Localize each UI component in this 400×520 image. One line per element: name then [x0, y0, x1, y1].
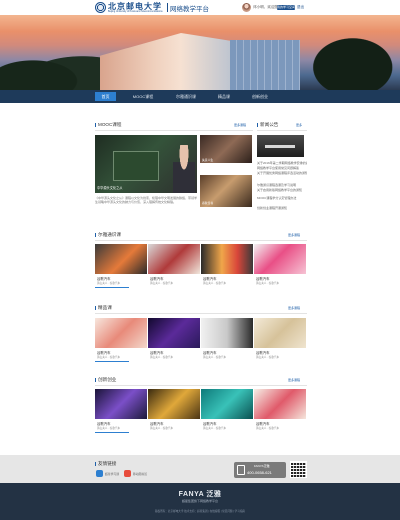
phone-icon	[237, 465, 245, 475]
erya-course-card[interactable]: 谷歌汽车 黄山夫人 · 谷歌汽车	[148, 244, 200, 288]
fanya-logo[interactable]: FANYA 泛雅	[0, 489, 400, 499]
course-subtitle: 黄山夫人 · 谷歌汽车	[203, 356, 227, 359]
erya-course-card[interactable]: 谷歌汽车 黄山夫人 · 谷歌汽车	[254, 244, 306, 288]
mooc-thumb-2-caption: 春秋奇书	[202, 201, 214, 205]
course-cover-image	[95, 318, 147, 348]
course-subtitle: 黄山夫人 · 谷歌汽车	[256, 356, 280, 359]
course-subtitle: 黄山夫人 · 谷歌汽车	[150, 427, 174, 430]
course-cover-image	[95, 244, 147, 274]
notice-section-title: 新闻公告	[257, 122, 278, 128]
apps-title: 友情链接	[95, 461, 116, 467]
notice-item[interactable]: 网络教学平台使用常见问题解答	[257, 166, 307, 170]
mooc-thumb-1-caption: 失意人生	[202, 158, 214, 162]
course-cover-image	[254, 244, 306, 274]
chuangxin-divider	[95, 385, 307, 386]
nav-jingpin[interactable]: 精品课	[212, 92, 236, 101]
notice-item[interactable]: 创新创业课程开课通知	[257, 206, 307, 210]
hotline-number: 400-0658-621	[247, 470, 272, 475]
course-cover-image	[148, 389, 200, 419]
notice-item[interactable]: 尔雅通识课程选课及学习说明	[257, 183, 307, 187]
mooc-more-link[interactable]: 更多课程	[234, 123, 246, 127]
course-cover-image	[201, 389, 253, 419]
mobile-library-app-label[interactable]: 移动图书馆	[133, 472, 147, 476]
course-subtitle: 黄山夫人 · 谷歌汽车	[97, 282, 121, 285]
chuangxin-course-card[interactable]: 谷歌汽车 黄山夫人 · 谷歌汽车	[201, 389, 253, 433]
erya-course-card[interactable]: 谷歌汽车 黄山夫人 · 谷歌汽车	[201, 244, 253, 288]
chalkboard-graphic	[113, 151, 159, 181]
course-cover-image	[254, 389, 306, 419]
nav-home[interactable]: 首页	[95, 92, 116, 101]
mooc-featured-description: 《中华源头文化之从》课程以文化为线索，梳理中华文明发展的脉络，带领学生领略中华源…	[95, 196, 198, 204]
erya-course-card[interactable]: 谷歌汽车 黄山夫人 · 谷歌汽车	[95, 244, 147, 288]
course-cover-image	[201, 318, 253, 348]
course-subtitle: 黄山夫人 · 谷歌汽车	[203, 427, 227, 430]
notice-item[interactable]: 关于2016年第二学期网络教学安排的通知	[257, 161, 307, 165]
notice-thumbnail[interactable]	[257, 135, 304, 157]
jingpin-divider	[95, 313, 307, 314]
chuangxin-course-card[interactable]: 谷歌汽车 黄山夫人 · 谷歌汽车	[95, 389, 147, 433]
banner-trees-left	[0, 45, 110, 90]
mooc-section-title: MOOC课程	[95, 122, 121, 128]
jingpin-course-card[interactable]: 谷歌汽车 黄山夫人 · 谷歌汽车	[95, 318, 147, 362]
course-subtitle: 黄山夫人 · 谷歌汽车	[150, 282, 174, 285]
notice-divider	[257, 130, 307, 131]
platform-name: 网络教学平台	[170, 6, 209, 13]
chuangxin-course-card[interactable]: 谷歌汽车 黄山夫人 · 谷歌汽车	[254, 389, 306, 433]
course-progress-bar	[95, 287, 129, 288]
jingpin-section-title: 精品课	[95, 305, 112, 311]
xuexitong-app-label[interactable]: 超星学习通	[105, 472, 119, 476]
course-subtitle: 黄山夫人 · 谷歌汽车	[97, 427, 121, 430]
nav-mooc[interactable]: MOOC课程	[126, 92, 160, 101]
qr-code-icon	[290, 461, 307, 478]
jingpin-course-card[interactable]: 谷歌汽车 黄山夫人 · 谷歌汽车	[148, 318, 200, 362]
erya-section-title: 尔雅通识课	[95, 232, 121, 238]
chuangxin-section-title: 创新创业	[95, 377, 116, 383]
course-cover-image	[201, 244, 253, 274]
erya-more-link[interactable]: 更多课程	[288, 233, 300, 237]
banner-building	[100, 33, 235, 90]
xuexitong-app-icon[interactable]	[96, 470, 103, 477]
fanya-subtitle: 超星集团旗下网络教学平台	[181, 499, 218, 503]
chuangxin-more-link[interactable]: 更多课程	[288, 378, 300, 382]
course-subtitle: 黄山夫人 · 谷歌汽车	[256, 282, 280, 285]
user-avatar[interactable]	[242, 3, 251, 12]
erya-divider	[95, 240, 307, 241]
hotline-brand: FANYA泛雅	[254, 464, 270, 468]
course-subtitle: 黄山夫人 · 谷歌汽车	[97, 356, 121, 359]
course-progress-bar	[95, 361, 129, 362]
mobile-library-app-icon[interactable]	[124, 470, 131, 477]
nav-erya[interactable]: 尔雅通识课	[168, 92, 204, 101]
banner-trees-right	[295, 25, 400, 90]
user-greeting[interactable]: 邓小明，欢迎您	[253, 5, 278, 10]
campus-banner-image	[0, 15, 400, 90]
jingpin-course-card[interactable]: 谷歌汽车 黄山夫人 · 谷歌汽车	[254, 318, 306, 362]
course-cover-image	[148, 244, 200, 274]
logout-link[interactable]: 退出	[297, 5, 304, 10]
jingpin-course-card[interactable]: 谷歌汽车 黄山夫人 · 谷歌汽车	[201, 318, 253, 362]
course-cover-image	[148, 318, 200, 348]
jingpin-more-link[interactable]: 更多课程	[288, 306, 300, 310]
chuangxin-course-card[interactable]: 谷歌汽车 黄山夫人 · 谷歌汽车	[148, 389, 200, 433]
copyright-line: 版权所有：北京邮电大学 技术支持：超星集团 | 在线客服 | 常见问题 | 学习…	[154, 510, 246, 513]
notice-item[interactable]: 关于启用新版网络教学平台的通知	[257, 188, 307, 192]
mooc-featured-caption: 中华源头文化之从	[97, 186, 123, 190]
banner-glass-facade	[230, 40, 300, 90]
notice-item[interactable]: 关于开展优秀网络课程评选活动的通知	[257, 171, 307, 175]
course-cover-image	[254, 318, 306, 348]
university-emblem-icon[interactable]	[95, 2, 106, 13]
course-cover-image	[95, 389, 147, 419]
notice-more-link[interactable]: 更多	[296, 123, 302, 127]
logo-divider	[167, 3, 168, 12]
university-logo-en: Beijing University of Posts and Telecomm…	[108, 10, 163, 13]
lecturer-photo	[173, 145, 195, 193]
course-subtitle: 黄山夫人 · 谷歌汽车	[256, 427, 280, 430]
course-subtitle: 黄山夫人 · 谷歌汽车	[150, 356, 174, 359]
nav-chuangxin[interactable]: 创新创业	[244, 92, 276, 101]
course-subtitle: 黄山夫人 · 谷歌汽车	[203, 282, 227, 285]
course-progress-bar	[95, 432, 129, 433]
footer-links-bar	[0, 455, 400, 483]
notice-item[interactable]: MOOC课程学分认定管理办法	[257, 196, 307, 200]
my-space-button[interactable]: 我的学习空间	[277, 5, 295, 10]
mooc-divider	[95, 130, 253, 131]
